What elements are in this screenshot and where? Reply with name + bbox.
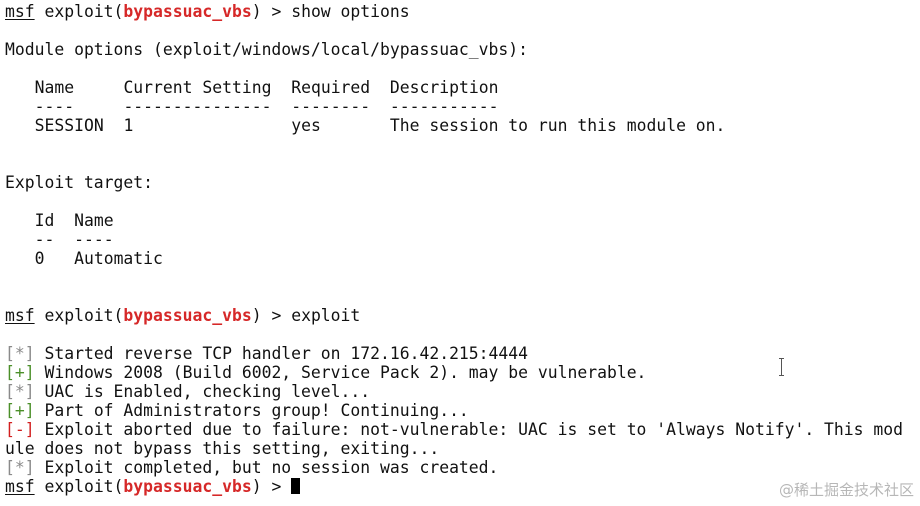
col-target-name: Name bbox=[74, 211, 114, 230]
col-required: Required bbox=[291, 78, 371, 97]
prompt-open: exploit( bbox=[34, 2, 124, 21]
prompt-msf: msf bbox=[5, 477, 35, 496]
target-id: 0 bbox=[34, 249, 45, 268]
output-text: Started reverse TCP handler on 172.16.42… bbox=[34, 344, 529, 363]
status-tag-error: [-] bbox=[5, 420, 35, 439]
option-name: SESSION bbox=[34, 116, 104, 135]
prompt-open: exploit( bbox=[34, 306, 124, 325]
option-required: yes bbox=[291, 116, 321, 135]
prompt-close: ) > bbox=[251, 477, 292, 496]
watermark: @稀土掘金技术社区 bbox=[778, 481, 914, 499]
output-line: [*] UAC is Enabled, checking level... bbox=[5, 382, 920, 401]
col-description: Description bbox=[389, 78, 499, 97]
option-current-setting: 1 bbox=[123, 116, 134, 135]
output-text: UAC is Enabled, checking level... bbox=[34, 382, 371, 401]
exploit-target-header: Exploit target: bbox=[5, 173, 154, 192]
target-name: Automatic bbox=[74, 249, 163, 268]
options-table-row: SESSION 1 yes The session to run this mo… bbox=[5, 116, 920, 135]
status-tag-info: [*] bbox=[5, 382, 35, 401]
prompt-module: bypassuac_vbs bbox=[123, 306, 252, 325]
prompt-close: ) > bbox=[251, 2, 292, 21]
sep-description: ----------- bbox=[389, 97, 499, 116]
col-current-setting: Current Setting bbox=[123, 78, 272, 97]
options-table-separator: ---- --------------- -------- ----------… bbox=[5, 97, 920, 116]
prompt-line-show-options: msf exploit(bypassuac_vbs) > show option… bbox=[5, 2, 920, 21]
prompt-line-exploit: msf exploit(bypassuac_vbs) > exploit bbox=[5, 306, 920, 325]
output-line: [*] Exploit completed, but no session wa… bbox=[5, 458, 920, 477]
status-tag-good: [+] bbox=[5, 401, 35, 420]
status-tag-info: [*] bbox=[5, 344, 35, 363]
target-table-separator: -- ---- bbox=[5, 230, 920, 249]
module-options-header: Module options (exploit/windows/local/by… bbox=[5, 40, 529, 59]
command-text: show options bbox=[291, 2, 410, 21]
terminal-output[interactable]: msf exploit(bypassuac_vbs) > show option… bbox=[5, 2, 920, 496]
output-line: [+] Part of Administrators group! Contin… bbox=[5, 401, 920, 420]
output-text: Exploit completed, but no session was cr… bbox=[34, 458, 499, 477]
output-text: Exploit aborted due to failure: not-vuln… bbox=[34, 420, 903, 439]
status-tag-good: [+] bbox=[5, 363, 35, 382]
sep-required: -------- bbox=[291, 97, 371, 116]
prompt-msf: msf bbox=[5, 2, 35, 21]
prompt-module: bypassuac_vbs bbox=[123, 2, 252, 21]
sep-target-name: ---- bbox=[74, 230, 114, 249]
prompt-module: bypassuac_vbs bbox=[123, 477, 252, 496]
sep-name: ---- bbox=[34, 97, 75, 116]
prompt-close: ) > bbox=[251, 306, 292, 325]
status-tag-info: [*] bbox=[5, 458, 35, 477]
target-table-row: 0 Automatic bbox=[5, 249, 920, 268]
prompt-msf: msf bbox=[5, 306, 35, 325]
output-line-error: [-] Exploit aborted due to failure: not-… bbox=[5, 420, 920, 439]
output-text: ule does not bypass this setting, exitin… bbox=[5, 439, 440, 458]
prompt-open: exploit( bbox=[34, 477, 124, 496]
col-id: Id bbox=[34, 211, 55, 230]
options-table-header: Name Current Setting Required Descriptio… bbox=[5, 78, 920, 97]
sep-current-setting: --------------- bbox=[123, 97, 272, 116]
output-text: Part of Administrators group! Continuing… bbox=[34, 401, 469, 420]
output-text: Windows 2008 (Build 6002, Service Pack 2… bbox=[34, 363, 647, 382]
output-line-continuation: ule does not bypass this setting, exitin… bbox=[5, 439, 920, 458]
option-description: The session to run this module on. bbox=[389, 116, 726, 135]
sep-id: -- bbox=[34, 230, 55, 249]
col-name: Name bbox=[34, 78, 75, 97]
text-cursor bbox=[291, 478, 301, 494]
target-table-header: Id Name bbox=[5, 211, 920, 230]
command-text: exploit bbox=[291, 306, 361, 325]
ibeam-cursor-icon bbox=[779, 358, 785, 376]
